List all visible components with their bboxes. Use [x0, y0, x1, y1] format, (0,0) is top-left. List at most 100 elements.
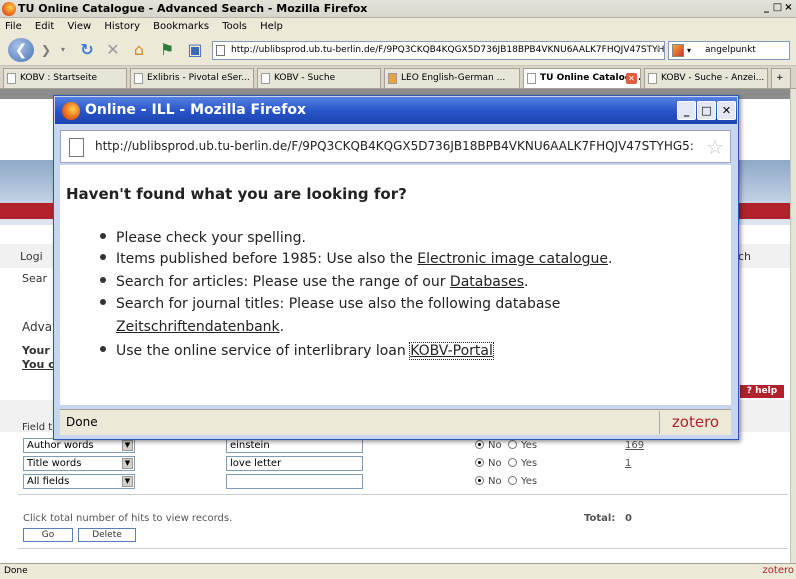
- window-controls: _ □ ×: [761, 1, 794, 15]
- help-button[interactable]: ? help: [740, 385, 784, 398]
- tab-leo[interactable]: LEO English-German ...: [384, 68, 520, 88]
- login-link[interactable]: Logi: [20, 250, 43, 263]
- chevron-down-icon: ▾: [687, 46, 692, 55]
- radio-no-label: No: [488, 476, 502, 487]
- tab-exlibris[interactable]: Exlibris - Pivotal eSer...: [130, 68, 254, 88]
- databases-link[interactable]: Databases: [450, 274, 524, 290]
- home-icon[interactable]: ⌂: [128, 39, 150, 61]
- maximize-button[interactable]: □: [772, 1, 783, 15]
- menu-bookmarks[interactable]: Bookmarks: [153, 21, 209, 32]
- status-text: Done: [4, 566, 28, 576]
- tab-list-icon[interactable]: +: [771, 68, 791, 88]
- stop-icon[interactable]: ✕: [102, 39, 124, 61]
- popup-title: Online - ILL - Mozilla Firefox: [85, 102, 307, 118]
- popup-minimize-button[interactable]: _: [677, 101, 696, 120]
- list-item: Please check your spelling.: [100, 228, 306, 248]
- search-term-input[interactable]: einstein: [226, 438, 363, 453]
- radio-yes-label: Yes: [520, 476, 538, 487]
- list-item-text: Search for journal titles: Please use al…: [116, 296, 561, 312]
- page-icon[interactable]: ▣: [184, 39, 206, 61]
- radio-no[interactable]: [475, 458, 484, 467]
- field-select-value: All fields: [27, 476, 70, 487]
- menu-history[interactable]: History: [104, 21, 140, 32]
- radio-group: No Yes: [475, 456, 537, 471]
- forward-button[interactable]: ❯: [38, 39, 54, 61]
- zotero-button[interactable]: zotero: [763, 565, 796, 576]
- tab-kobv-startseite[interactable]: KOBV : Startseite: [3, 68, 127, 88]
- field-select[interactable]: Author words ▼: [23, 438, 135, 453]
- go-button[interactable]: Go: [23, 528, 73, 542]
- page-icon: [216, 45, 225, 56]
- reload-icon[interactable]: ↻: [76, 39, 98, 61]
- radio-no[interactable]: [475, 476, 484, 485]
- tab-bar: KOBV : Startseite Exlibris - Pivotal eSe…: [0, 66, 796, 89]
- radio-yes[interactable]: [507, 458, 517, 467]
- kobv-portal-link[interactable]: KOBV-Portal: [409, 342, 494, 360]
- menu-bar: File Edit View History Bookmarks Tools H…: [0, 18, 796, 35]
- radio-no[interactable]: [475, 440, 484, 449]
- search-input[interactable]: ▾ angelpunkt: [668, 41, 790, 60]
- radio-yes[interactable]: [507, 440, 517, 449]
- list-item-text: Please check your spelling.: [116, 230, 306, 246]
- hits-link[interactable]: 169: [625, 438, 644, 453]
- history-dropdown-icon[interactable]: ▾: [58, 39, 68, 61]
- search-term-input[interactable]: [226, 474, 363, 489]
- search-engine-icon[interactable]: [672, 44, 684, 57]
- electronic-image-catalogue-link[interactable]: Electronic image catalogue: [417, 251, 608, 267]
- close-button[interactable]: ×: [783, 1, 794, 15]
- page-icon: [261, 73, 270, 84]
- field-select[interactable]: Title words ▼: [23, 456, 135, 471]
- you-can-link[interactable]: You c: [22, 358, 55, 371]
- tab-tu-online-catalog[interactable]: TU Online Catalog... ✕: [523, 68, 641, 88]
- popup-maximize-button[interactable]: □: [697, 101, 716, 120]
- bookmark-add-icon[interactable]: ⚑: [156, 39, 178, 61]
- page-icon: [134, 73, 143, 84]
- bullet-icon: [100, 299, 106, 305]
- main-window-titlebar: TU Online Catalogue - Advanced Search - …: [0, 0, 796, 18]
- close-tab-icon[interactable]: ✕: [626, 73, 637, 84]
- field-select[interactable]: All fields ▼: [23, 474, 135, 489]
- popup-close-button[interactable]: ✕: [717, 101, 736, 120]
- tab-kobv-suche[interactable]: KOBV - Suche: [257, 68, 381, 88]
- delete-button[interactable]: Delete: [78, 528, 136, 542]
- url-bar[interactable]: http://ublibsprod.ub.tu-berlin.de/F/9PQ3…: [212, 41, 665, 60]
- radio-group: No Yes: [475, 438, 537, 453]
- menu-edit[interactable]: Edit: [35, 21, 54, 32]
- list-item: Search for articles: Please use the rang…: [100, 272, 528, 292]
- hits-link[interactable]: 1: [625, 456, 631, 471]
- search-tab-link[interactable]: Sear: [22, 272, 47, 285]
- menu-file[interactable]: File: [5, 21, 22, 32]
- search-nav-link[interactable]: ch: [738, 250, 751, 263]
- popup-titlebar: Online - ILL - Mozilla Firefox: [55, 97, 737, 124]
- popup-url-text: http://ublibsprod.ub.tu-berlin.de/F/9PQ3…: [95, 139, 694, 153]
- tab-label: KOBV : Startseite: [20, 73, 98, 83]
- radio-no-label: No: [488, 440, 502, 451]
- advanced-search-heading: Adva: [22, 320, 53, 334]
- bullet-icon: [100, 277, 106, 283]
- search-term-input[interactable]: love letter: [226, 456, 363, 471]
- radio-yes[interactable]: [507, 476, 517, 485]
- menu-view[interactable]: View: [67, 21, 91, 32]
- page-icon: [7, 73, 16, 84]
- list-item: Use the online service of interlibrary l…: [100, 341, 494, 361]
- tab-kobv-suche-anzeige[interactable]: KOBV - Suche - Anzei...: [644, 68, 768, 88]
- vertical-scrollbar[interactable]: [790, 89, 796, 563]
- total-label: Total:: [584, 513, 616, 524]
- star-icon[interactable]: ☆: [706, 134, 724, 160]
- list-item: Search for journal titles: Please use al…: [100, 294, 560, 314]
- url-text: http://ublibsprod.ub.tu-berlin.de/F/9PQ3…: [231, 45, 665, 55]
- popup-status-text: Done: [66, 415, 98, 429]
- popup-url-bar[interactable]: http://ublibsprod.ub.tu-berlin.de/F/9PQ3…: [60, 130, 731, 163]
- list-item-text: Search for articles: Please use the rang…: [116, 274, 450, 290]
- radio-yes-label: Yes: [520, 458, 538, 469]
- hint-text: Click total number of hits to view recor…: [23, 513, 233, 524]
- star-icon[interactable]: ☆ ▾: [645, 42, 660, 59]
- back-button[interactable]: ❮: [8, 38, 34, 62]
- minimize-button[interactable]: _: [761, 1, 772, 15]
- menu-help[interactable]: Help: [260, 21, 283, 32]
- zeitschriftendatenbank-link[interactable]: Zeitschriftendatenbank: [116, 319, 280, 335]
- total-value: 0: [625, 513, 632, 524]
- radio-no-label: No: [488, 458, 502, 469]
- menu-tools[interactable]: Tools: [222, 21, 247, 32]
- zotero-button[interactable]: zotero: [659, 411, 731, 434]
